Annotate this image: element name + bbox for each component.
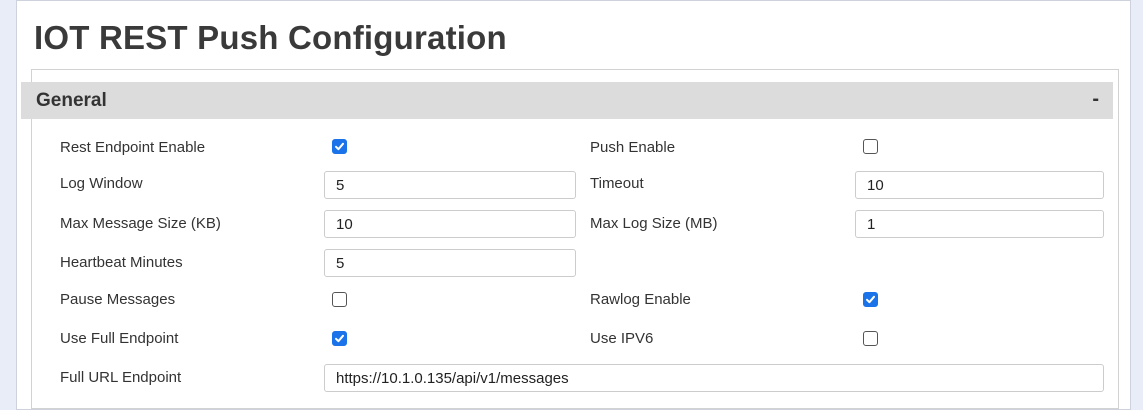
collapse-button[interactable]: - bbox=[1092, 88, 1099, 111]
heartbeat-minutes-label: Heartbeat Minutes bbox=[60, 254, 183, 271]
rest-endpoint-enable-label: Rest Endpoint Enable bbox=[60, 139, 206, 156]
max-log-size-label: Max Log Size (MB) bbox=[590, 215, 718, 232]
section-header-general[interactable]: General - bbox=[21, 82, 1113, 119]
use-ipv6-label: Use IPV6 bbox=[590, 330, 654, 347]
timeout-input[interactable] bbox=[855, 171, 1104, 199]
push-enable-checkbox[interactable] bbox=[863, 139, 878, 154]
general-panel bbox=[31, 69, 1119, 409]
log-window-label: Log Window bbox=[60, 175, 143, 192]
max-log-size-input[interactable] bbox=[855, 210, 1104, 238]
timeout-label: Timeout bbox=[590, 175, 644, 192]
pause-messages-label: Pause Messages bbox=[60, 291, 176, 308]
use-full-endpoint-label: Use Full Endpoint bbox=[60, 330, 179, 347]
max-message-size-input[interactable] bbox=[324, 210, 576, 238]
rest-endpoint-enable-checkbox[interactable] bbox=[332, 139, 347, 154]
max-message-size-label: Max Message Size (KB) bbox=[60, 215, 221, 232]
checkmark-icon bbox=[335, 142, 344, 151]
log-window-input[interactable] bbox=[324, 171, 576, 199]
use-ipv6-checkbox[interactable] bbox=[863, 331, 878, 346]
rawlog-enable-checkbox[interactable] bbox=[863, 292, 878, 307]
use-full-endpoint-checkbox[interactable] bbox=[332, 331, 347, 346]
rawlog-enable-label: Rawlog Enable bbox=[590, 291, 691, 308]
push-enable-label: Push Enable bbox=[590, 139, 676, 156]
checkmark-icon bbox=[866, 295, 875, 304]
page-title: IOT REST Push Configuration bbox=[34, 19, 507, 56]
config-page-container: IOT REST Push Configuration bbox=[16, 0, 1131, 410]
full-url-endpoint-label: Full URL Endpoint bbox=[60, 369, 182, 386]
checkmark-icon bbox=[335, 334, 344, 343]
heartbeat-minutes-input[interactable] bbox=[324, 249, 576, 277]
full-url-endpoint-input[interactable] bbox=[324, 364, 1104, 392]
pause-messages-checkbox[interactable] bbox=[332, 292, 347, 307]
section-title: General bbox=[36, 90, 107, 111]
